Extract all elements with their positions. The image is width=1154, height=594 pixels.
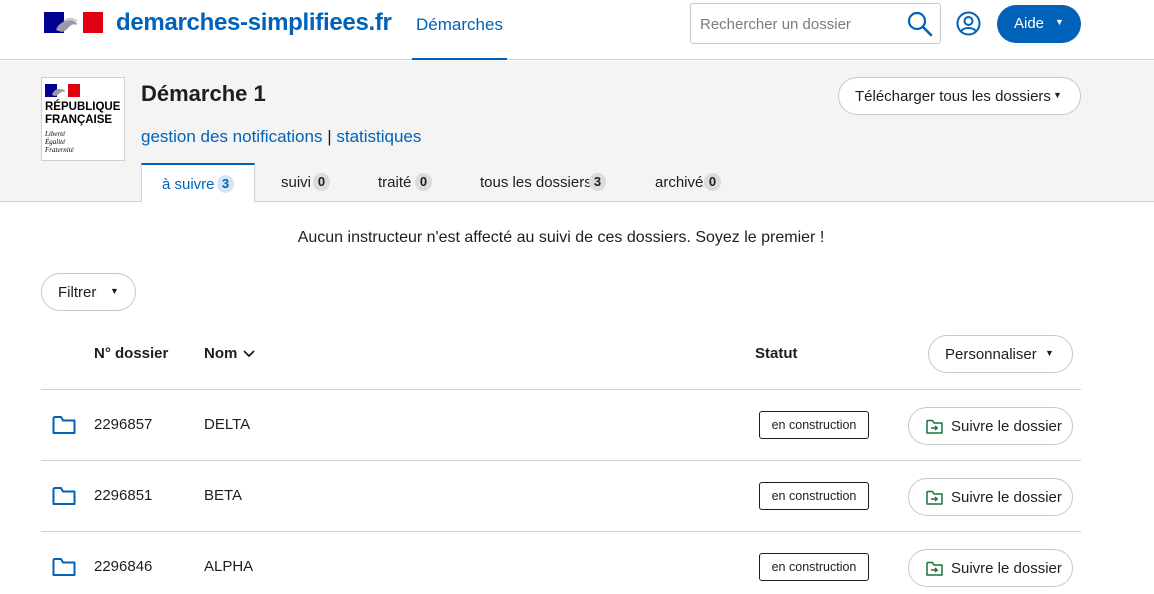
help-button[interactable]: Aide ▼ [997,5,1081,43]
status-badge: en construction [759,482,869,510]
chevron-down-icon: ▼ [1055,17,1064,27]
column-header-name-label: Nom [204,345,238,362]
folder-icon [52,558,76,576]
follow-file-button[interactable]: Suivre le dossier [908,407,1073,445]
tab-archive[interactable]: archivé 0 [637,163,742,203]
tab-label: à suivre [162,176,215,193]
follow-file-label: Suivre le dossier [951,418,1062,435]
filter-label: Filtrer [58,284,97,301]
tab-tous-les-dossiers[interactable]: tous les dossiers 3 [463,163,628,203]
folder-follow-icon [926,561,943,576]
help-button-label: Aide [1014,15,1045,32]
statistics-link[interactable]: statistiques [336,127,421,146]
no-instructor-notice: Aucun instructeur n'est affecté au suivi… [297,229,825,246]
follow-file-label: Suivre le dossier [951,489,1062,506]
status-badge: en construction [759,553,869,581]
republique-francaise-text: RÉPUBLIQUE FRANÇAISE [45,101,121,126]
procedure-header: RÉPUBLIQUE FRANÇAISE Liberté Égalité Fra… [0,61,1154,203]
follow-file-button[interactable]: Suivre le dossier [908,549,1073,587]
republique-motto: Liberté Égalité Fraternité [45,130,74,154]
tab-label: archivé [655,174,704,191]
tab-count-badge: 0 [704,173,721,191]
chevron-down-icon: ▼ [1045,348,1054,358]
folder-icon [52,487,76,505]
republique-francaise-logo: RÉPUBLIQUE FRANÇAISE Liberté Égalité Fra… [41,77,125,161]
marianne-logo-icon[interactable] [44,12,103,33]
follow-file-button[interactable]: Suivre le dossier [908,478,1073,516]
link-separator: | [327,127,332,146]
table-row[interactable]: 2296846 ALPHA en construction Suivre le … [41,531,1081,594]
search-input[interactable] [700,14,900,34]
column-header-number[interactable]: N° dossier [94,345,168,362]
chevron-down-icon: ▼ [110,286,119,296]
sort-chevron-down-icon [243,350,255,358]
customize-label: Personnaliser [945,346,1037,363]
tab-label: suivi [281,174,312,191]
column-header-status[interactable]: Statut [755,345,798,362]
chevron-down-icon: ▼ [1053,90,1062,100]
file-number[interactable]: 2296846 [94,558,152,575]
folder-follow-icon [926,490,943,505]
tab-count-badge: 0 [313,173,330,191]
column-header-name[interactable]: Nom [204,345,255,362]
file-name[interactable]: BETA [204,487,242,504]
tab-count-badge: 3 [589,173,606,191]
search-icon[interactable] [906,10,934,38]
procedure-links: gestion des notifications | statistiques [141,127,421,147]
procedure-title: Démarche 1 [141,81,266,106]
folder-icon [52,416,76,434]
folder-follow-icon [926,419,943,434]
download-all-files-button[interactable]: Télécharger tous les dossiers ▼ [838,77,1081,115]
tab-count-badge: 0 [415,173,432,191]
notifications-settings-link[interactable]: gestion des notifications [141,127,322,146]
tab-label: tous les dossiers [480,174,592,191]
table-row[interactable]: 2296857 DELTA en construction Suivre le … [41,389,1081,460]
status-badge: en construction [759,411,869,439]
tab-label: traité [378,174,412,191]
marianne-flag-icon [45,84,80,97]
file-name[interactable]: DELTA [204,416,250,433]
search-box [690,3,941,44]
site-name-link[interactable]: demarches-simplifiees.fr [116,9,392,37]
tab-suivi[interactable]: suivi 0 [262,163,352,203]
table-row[interactable]: 2296851 BETA en construction Suivre le d… [41,460,1081,531]
filter-button[interactable]: Filtrer ▼ [41,273,136,311]
follow-file-label: Suivre le dossier [951,560,1062,577]
tab-count-badge: 3 [217,175,234,193]
file-name[interactable]: ALPHA [204,558,253,575]
download-all-label: Télécharger tous les dossiers [855,88,1051,105]
customize-columns-button[interactable]: Personnaliser ▼ [928,335,1073,373]
nav-demarches-link[interactable]: Démarches [412,0,507,60]
file-number[interactable]: 2296851 [94,487,152,504]
tab-a-suivre[interactable]: à suivre 3 [141,163,255,203]
user-account-icon[interactable] [956,11,981,36]
file-number[interactable]: 2296857 [94,416,152,433]
tab-traite[interactable]: traité 0 [360,163,455,203]
top-navigation-bar: demarches-simplifiees.fr Démarches Aide … [0,0,1154,60]
